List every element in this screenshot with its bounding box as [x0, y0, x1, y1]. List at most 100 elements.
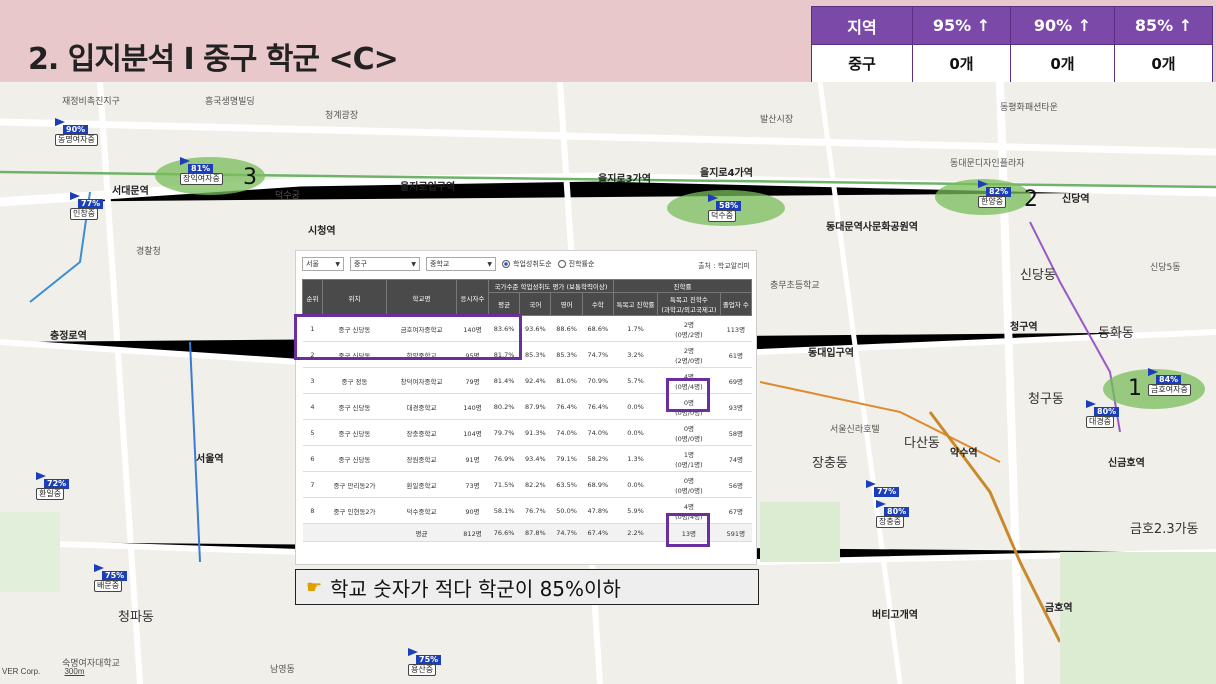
- col-special-count: 특목고 진학수 (과학고/외고국제고): [657, 292, 721, 316]
- map-label: 동평화패션타운: [1000, 103, 1058, 113]
- table-row: 5 중구 신당동 장충중학교 104명 79.7% 91.3% 74.0% 74.0% 0.0%…: [302, 419, 752, 446]
- table-cell: [302, 523, 323, 542]
- map-label: 청계광장: [325, 111, 359, 121]
- school-name: 배문중: [94, 580, 123, 592]
- chevron-down-icon: ▼: [335, 260, 340, 268]
- map-label: 을지로3가역: [598, 174, 651, 185]
- map-label: 남영동: [270, 665, 295, 675]
- table-cell: 5: [302, 419, 323, 446]
- highlight-box-changduk: [666, 378, 710, 412]
- map-label: 서울신라호텔: [830, 425, 880, 435]
- table-cell: 중구 신당동: [322, 419, 387, 446]
- table-cell: 74.0%: [582, 419, 614, 446]
- table-cell: 76.4%: [582, 393, 614, 420]
- table-cell: 63.5%: [550, 471, 583, 498]
- table-cell: 91명: [456, 445, 489, 472]
- map-label: 청구동: [1028, 392, 1064, 407]
- table-cell: 82.2%: [519, 471, 551, 498]
- map-label: 서대문역: [112, 186, 149, 197]
- table-cell: 69명: [720, 367, 752, 394]
- col-math: 수학: [581, 292, 614, 316]
- map-label: 충정로역: [50, 331, 87, 342]
- table-cell: 4: [302, 393, 323, 420]
- table-cell: 중구 만리동2가: [322, 471, 387, 498]
- school-name: 장충중: [876, 516, 905, 528]
- table-cell: 2명 (2명/0명): [657, 341, 721, 368]
- region-cell-95: 0개: [912, 44, 1011, 83]
- table-cell: 74.7%: [582, 341, 614, 368]
- map-label: 흥국생명빌딩: [205, 97, 255, 107]
- table-cell: 56명: [720, 471, 752, 498]
- table-cell: 0명 (0명/0명): [657, 419, 721, 446]
- table-cell: 73명: [456, 471, 489, 498]
- table-cell: 87.9%: [519, 393, 551, 420]
- table-cell: 591명: [720, 523, 752, 542]
- sort-by-achievement-radio[interactable]: 학업성취도순: [502, 259, 552, 269]
- table-cell: [322, 523, 387, 542]
- chevron-down-icon: ▼: [487, 260, 492, 268]
- col-testtakers: 응시자수: [456, 279, 489, 316]
- table-cell: 5.9%: [613, 497, 658, 524]
- col-english: 영어: [550, 292, 583, 316]
- table-cell: 덕수중학교: [386, 497, 457, 524]
- table-cell: 61명: [720, 341, 752, 368]
- table-row: 6 중구 신당동 장원중학교 91명 76.9% 93.4% 79.1% 58.2% 1.3% 1…: [302, 445, 752, 472]
- table-cell: 90명: [456, 497, 489, 524]
- school-name: 용산중: [408, 664, 437, 676]
- map-label: 동대문디자인플라자: [950, 159, 1025, 169]
- school-name: 금호여자중: [1148, 384, 1191, 396]
- table-cell: 47.8%: [582, 497, 614, 524]
- school-percent: 77%: [874, 487, 900, 497]
- table-cell: 70.9%: [582, 367, 614, 394]
- table-cell: 0.0%: [613, 419, 658, 446]
- table-cell: 환일중학교: [386, 471, 457, 498]
- table-cell: 113명: [720, 315, 752, 342]
- table-cell: 중구 신당동: [322, 445, 387, 472]
- table-cell: 74명: [720, 445, 752, 472]
- col-school: 학교명: [386, 279, 457, 316]
- data-source: 출처 : 학교알리미: [698, 262, 750, 270]
- table-cell: 76.6%: [488, 523, 520, 542]
- school-name: 환일중: [36, 488, 65, 500]
- map-label: 충무초등학교: [770, 281, 820, 291]
- table-cell: 88.6%: [550, 315, 583, 342]
- map-label: 덕수궁: [275, 191, 300, 201]
- radio-icon: [557, 260, 566, 268]
- school-rank-number: 1: [1128, 376, 1142, 401]
- table-cell: 812명: [456, 523, 489, 542]
- chevron-down-icon: ▼: [411, 260, 416, 268]
- region-cell-90: 0개: [1010, 44, 1115, 83]
- school-name: 덕수중: [708, 210, 737, 222]
- school-name: 장익여자중: [180, 173, 223, 185]
- table-cell: 7: [302, 471, 323, 498]
- table-cell: 85.3%: [519, 341, 551, 368]
- map-label: 발산시장: [760, 115, 794, 125]
- table-cell: 67.4%: [582, 523, 614, 542]
- table-cell: 79.7%: [488, 419, 520, 446]
- table-cell: 76.4%: [550, 393, 583, 420]
- map-label: 금호역: [1045, 603, 1073, 614]
- table-cell: 50.0%: [550, 497, 583, 524]
- school-type-select[interactable]: 중학교 ▼: [426, 257, 496, 271]
- col-group-national: 국가수준 학업성취도 평가 (보통학력이상): [488, 279, 614, 293]
- map-attribution: VER Corp. 300m: [2, 667, 85, 676]
- map-label: 신당역: [1062, 194, 1090, 205]
- table-cell: 58.2%: [582, 445, 614, 472]
- radio-selected-icon: [502, 260, 510, 268]
- school-name: 한양중: [978, 196, 1007, 208]
- table-cell: 68.6%: [582, 315, 614, 342]
- table-cell: 0.0%: [613, 471, 658, 498]
- district-select[interactable]: 중구 ▼: [350, 257, 420, 271]
- table-cell: 140명: [456, 393, 489, 420]
- map-label: 다산동: [904, 436, 940, 451]
- table-row: 7 중구 만리동2가 환일중학교 73명 71.5% 82.2% 63.5% 68.9% 0.0…: [302, 471, 752, 498]
- table-cell: 74.0%: [550, 419, 583, 446]
- region-cell-area: 중구: [811, 44, 913, 83]
- map-label: 신금호역: [1108, 458, 1145, 469]
- col-location: 위치: [322, 279, 387, 316]
- sort-by-progress-radio[interactable]: 진학률순: [557, 259, 594, 269]
- city-select[interactable]: 서울 ▼: [302, 257, 344, 271]
- table-cell: 74.7%: [550, 523, 583, 542]
- callout-text: 학교 숫자가 적다 학군이 85%이하: [330, 576, 621, 601]
- highlight-box-duksu: [666, 513, 710, 547]
